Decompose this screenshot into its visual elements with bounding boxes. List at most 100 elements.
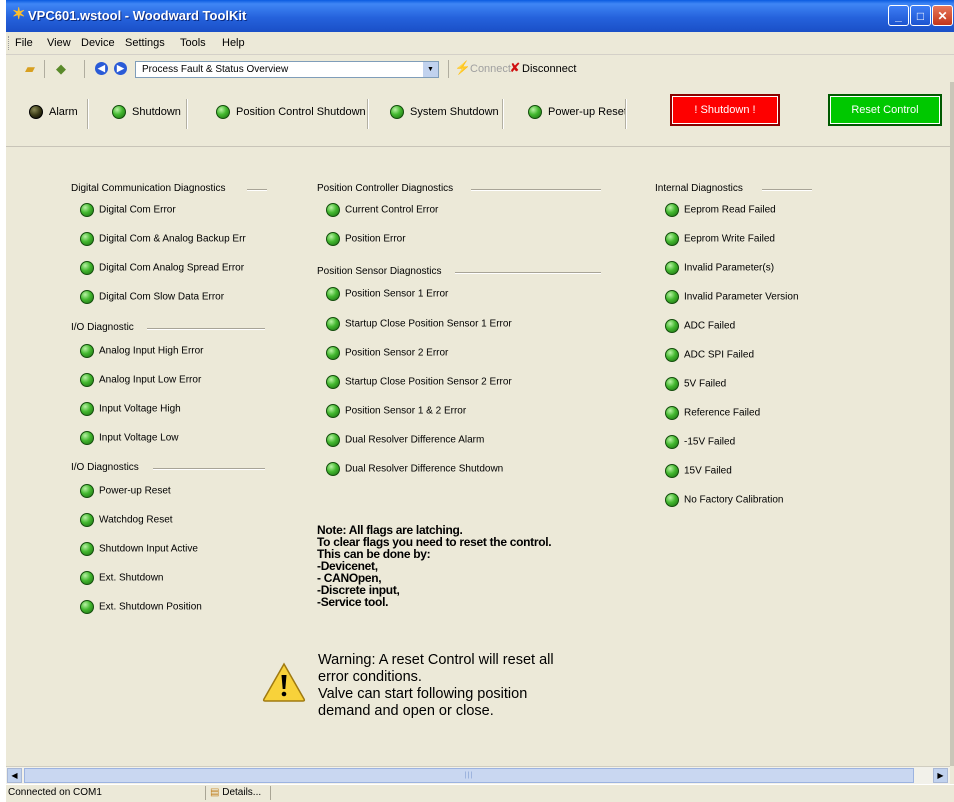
details-button[interactable]: ▤ Details... — [205, 786, 271, 800]
toolkit-app-icon: ✶ — [12, 6, 26, 23]
diag-item: Dual Resolver Difference Alarm — [326, 433, 484, 449]
divider — [367, 99, 369, 129]
diag-item: Analog Input High Error — [80, 344, 204, 360]
led-on-icon — [80, 431, 94, 445]
connect-button[interactable]: Connect — [470, 63, 511, 75]
open-folder-icon[interactable]: ▰ — [21, 61, 39, 77]
section-label: I/O Diagnostic — [71, 322, 134, 333]
menu-file[interactable]: File — [15, 37, 33, 49]
led-on-icon — [665, 406, 679, 420]
led-on-icon — [665, 319, 679, 333]
diag-item: Position Error — [326, 232, 406, 248]
led-on-icon — [665, 377, 679, 391]
alarm-indicator: Alarm — [29, 105, 78, 125]
diag-item: Digital Com Slow Data Error — [80, 290, 224, 306]
reset-warning-text: Warning: A reset Control will reset all … — [318, 652, 618, 720]
warning-line: Valve can start following position — [318, 686, 528, 702]
diag-item: 15V Failed — [665, 464, 732, 480]
menu-tools[interactable]: Tools — [180, 37, 206, 49]
section-label: I/O Diagnostics — [71, 462, 139, 473]
diag-item: Invalid Parameter(s) — [665, 261, 774, 277]
section-rule — [153, 468, 265, 470]
led-on-icon — [326, 232, 340, 246]
shutdown-button[interactable]: ! Shutdown ! — [670, 94, 780, 126]
led-on-icon — [80, 542, 94, 556]
title-bar[interactable]: ✶ VPC601.wstool - Woodward ToolKit _ □ ✕ — [6, 0, 954, 32]
section-title: I/O Diagnostic — [71, 322, 265, 333]
diag-item: Ext. Shutdown Position — [80, 600, 202, 616]
menu-view[interactable]: View — [47, 37, 71, 49]
menu-grip — [8, 36, 12, 50]
section-title: Digital Communication Diagnostics — [71, 183, 267, 194]
section-title: Internal Diagnostics — [655, 183, 812, 194]
scroll-thumb[interactable]: ||| — [24, 768, 914, 783]
section-rule — [147, 328, 265, 330]
divider — [87, 99, 89, 129]
horizontal-scrollbar[interactable]: ◀ ||| ▶ — [6, 766, 950, 784]
warning-line: error conditions. — [318, 669, 422, 685]
led-on-icon — [80, 402, 94, 416]
led-on-icon — [80, 571, 94, 585]
diag-item: Position Sensor 1 Error — [326, 287, 448, 303]
led-on-icon — [216, 105, 230, 119]
diag-item: Digital Com Error — [80, 203, 176, 219]
shutdown-indicator: Shutdown — [112, 105, 181, 125]
details-label: Details... — [222, 787, 262, 798]
section-rule — [762, 189, 812, 191]
details-icon: ▤ — [210, 787, 220, 798]
section-label: Position Sensor Diagnostics — [317, 266, 442, 277]
led-on-icon — [80, 203, 94, 217]
diag-item: Input Voltage High — [80, 402, 181, 418]
menu-device[interactable]: Device — [81, 37, 115, 49]
section-rule — [455, 272, 601, 274]
led-on-icon — [665, 232, 679, 246]
diag-item: Dual Resolver Difference Shutdown — [326, 462, 503, 478]
maximize-button[interactable]: □ — [910, 5, 931, 26]
plug-icon[interactable]: ◆ — [52, 61, 70, 77]
status-bar: Connected on COM1 ▤ Details... — [6, 784, 954, 802]
minimize-button[interactable]: _ — [888, 5, 909, 26]
led-on-icon — [665, 261, 679, 275]
vertical-scroll-edge[interactable] — [950, 82, 954, 766]
toolbar-separator — [84, 60, 85, 78]
reset-control-button[interactable]: Reset Control — [828, 94, 942, 126]
menu-help[interactable]: Help — [222, 37, 245, 49]
forward-arrow-icon[interactable]: ▶ — [114, 62, 127, 75]
diag-item: ADC SPI Failed — [665, 348, 754, 364]
led-on-icon — [326, 433, 340, 447]
disconnect-button[interactable]: Disconnect — [522, 63, 576, 75]
led-on-icon — [80, 232, 94, 246]
back-arrow-icon[interactable]: ◀ — [95, 62, 108, 75]
section-title: Position Sensor Diagnostics — [317, 266, 601, 277]
section-label: Position Controller Diagnostics — [317, 183, 454, 194]
main-panel: Alarm Shutdown Position Control Shutdown… — [6, 82, 950, 766]
led-on-icon — [112, 105, 126, 119]
header-divider — [6, 146, 950, 147]
led-on-icon — [80, 261, 94, 275]
scroll-right-arrow-icon[interactable]: ▶ — [933, 768, 948, 783]
close-button[interactable]: ✕ — [932, 5, 953, 26]
diag-item: Watchdog Reset — [80, 513, 173, 529]
menu-bar: File View Device Settings Tools Help — [6, 32, 954, 55]
diag-item: Startup Close Position Sensor 1 Error — [326, 317, 512, 333]
toolbar: ▰ ◆ ◀ ▶ Process Fault & Status Overview … — [6, 55, 954, 83]
diag-item: Position Sensor 1 & 2 Error — [326, 404, 466, 420]
connection-status: Connected on COM1 — [8, 787, 102, 798]
toolbar-separator — [448, 60, 449, 78]
diag-item: Position Sensor 2 Error — [326, 346, 448, 362]
divider — [186, 99, 188, 129]
section-rule — [247, 189, 267, 191]
menu-settings[interactable]: Settings — [125, 37, 165, 49]
led-on-icon — [326, 462, 340, 476]
section-rule — [471, 189, 601, 191]
scroll-left-arrow-icon[interactable]: ◀ — [7, 768, 22, 783]
led-on-icon — [665, 348, 679, 362]
led-on-icon — [528, 105, 542, 119]
page-selector-dropdown[interactable]: Process Fault & Status Overview ▼ — [135, 61, 439, 78]
led-on-icon — [665, 290, 679, 304]
note-line: -Service tool. — [317, 595, 389, 609]
diag-item: Eeprom Write Failed — [665, 232, 775, 248]
chevron-down-icon[interactable]: ▼ — [423, 62, 438, 77]
diag-item: Invalid Parameter Version — [665, 290, 799, 306]
diag-item: Digital Com Analog Spread Error — [80, 261, 244, 277]
